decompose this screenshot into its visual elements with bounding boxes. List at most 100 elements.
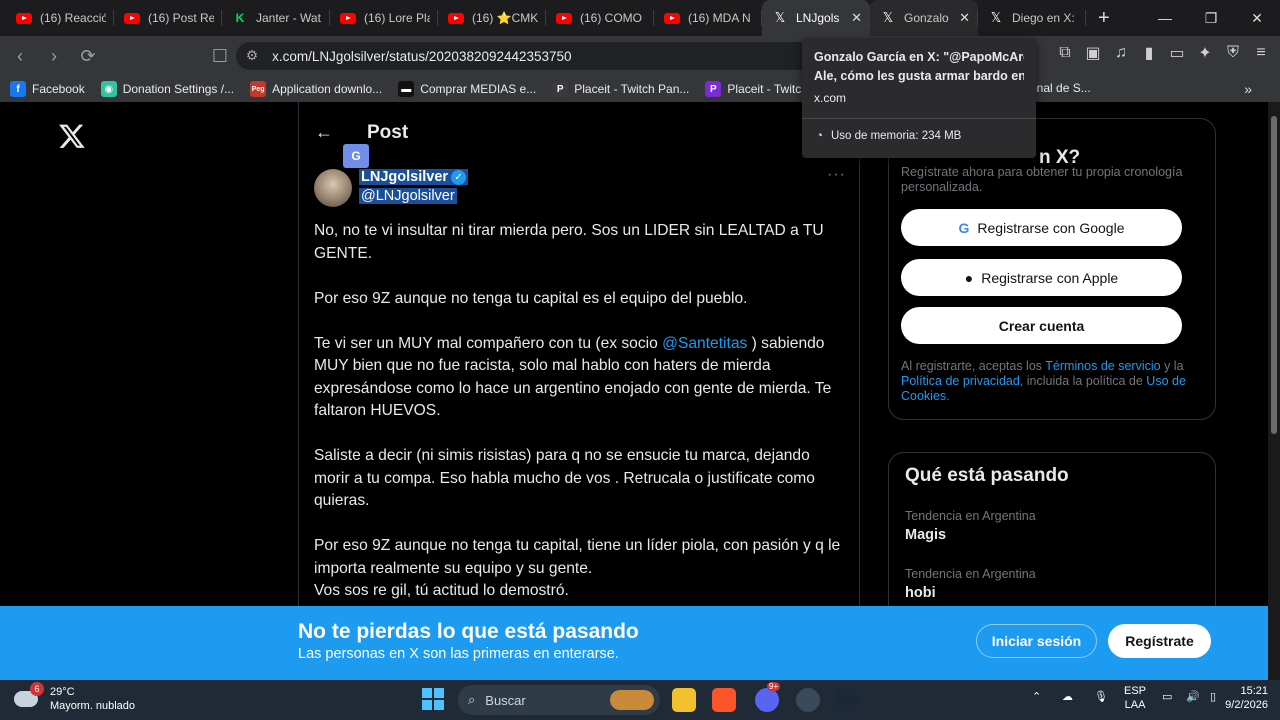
register-button[interactable]: Regístrate — [1108, 624, 1211, 658]
shield-icon[interactable]: ⛨ — [1224, 44, 1242, 62]
trends-heading: Qué está pasando — [905, 465, 1069, 486]
tab-title: Gonzalo — [904, 11, 949, 25]
browser-tab[interactable]: (16) ⭐CMK — [438, 0, 546, 36]
privacy-link[interactable]: Política de privacidad — [901, 374, 1020, 388]
maximize-icon[interactable]: ❐ — [1188, 0, 1234, 36]
post-column: ← Post G LNJgolsilver ✓ @LNJgolsilver ··… — [298, 102, 860, 606]
terms-link[interactable]: Términos de servicio — [1045, 359, 1160, 373]
trends-card: Qué está pasando Tendencia en Argentina … — [888, 452, 1216, 606]
post-paragraph: Por eso 9Z aunque no tenga tu capital es… — [314, 289, 748, 307]
tab-list: (16) Reacción (16) Post Re K Janter - Wat (1… — [6, 0, 1086, 36]
author-name[interactable]: LNJgolsilver ✓ — [359, 169, 469, 185]
bookmark-icon[interactable]: ☐ — [206, 42, 234, 70]
onedrive-icon[interactable]: ☁ — [1062, 690, 1073, 704]
tab-title: (16) MDA N — [688, 11, 751, 25]
trend-name[interactable]: Magis — [905, 527, 946, 543]
mention-link[interactable]: @Santetitas — [662, 335, 747, 352]
tab-title: (16) Post Re — [148, 11, 214, 25]
back-nav-icon[interactable]: ‹ — [6, 42, 34, 70]
page-scrollbar[interactable] — [1268, 102, 1280, 680]
taskbar: 6 29°C Mayorm. nublado ⌕ Buscar 9+ ⌃ ☁ 🎙… — [0, 680, 1280, 720]
music-icon[interactable]: ♫ — [1112, 44, 1130, 62]
browser-tab[interactable]: 𝕏 LNJgols ✕ — [762, 0, 870, 36]
discord-icon[interactable]: 9+ — [755, 682, 781, 712]
author-handle[interactable]: @LNJgolsilver — [359, 188, 457, 204]
google-signup-label: Registrarse con Google — [977, 219, 1125, 236]
bookmark-item[interactable]: ▬ Comprar MEDIAS e... — [398, 81, 536, 97]
google-signup-button[interactable]: G Registrarse con Google — [901, 209, 1182, 246]
browser-tab[interactable]: (16) Post Re — [114, 0, 222, 36]
bookmark-item[interactable]: P Placeit - Twitch Pan... — [552, 81, 689, 97]
browser-tab[interactable]: 𝕏 Gonzalo ✕ — [870, 0, 978, 36]
address-bar[interactable]: ⚙ x.com/LNJgolsilver/status/202038209244… — [236, 42, 816, 70]
scrollbar-thumb[interactable] — [1271, 116, 1277, 434]
extensions-icon[interactable]: ⧉ — [1056, 44, 1074, 62]
login-button[interactable]: Iniciar sesión — [976, 624, 1097, 658]
x-icon: 𝕏 — [882, 10, 894, 25]
site-info-icon[interactable]: ⚙ — [246, 48, 258, 64]
search-icon: ⌕ — [468, 692, 476, 707]
signup-description: Regístrate ahora para obtener tu propia … — [901, 165, 1183, 194]
language-indicator[interactable]: ESP LAA — [1124, 684, 1146, 712]
youtube-icon — [448, 10, 464, 26]
tab-title: Diego en X: — [1012, 11, 1075, 25]
bookmark-item[interactable]: ◉ Donation Settings /... — [100, 81, 234, 97]
app-icon[interactable] — [796, 688, 820, 712]
browser-tab[interactable]: (16) COMO L — [546, 0, 654, 36]
sidebar-icon[interactable]: ▮ — [1140, 44, 1158, 62]
page-title: Post — [367, 122, 409, 143]
tab-title: Janter - Wat — [256, 11, 321, 25]
trend-name[interactable]: hobi — [905, 585, 936, 601]
x-page: ← Post G LNJgolsilver ✓ @LNJgolsilver ··… — [0, 102, 1268, 606]
browser-tab[interactable]: (16) MDA N — [654, 0, 762, 36]
bookmark-item[interactable]: f Facebook — [10, 81, 85, 97]
back-arrow-icon[interactable]: ← — [315, 122, 333, 143]
browser-tab[interactable]: (16) Reacción — [6, 0, 114, 36]
bookmark-label: Comprar MEDIAS e... — [420, 82, 537, 96]
apple-signup-label: Registrarse con Apple — [981, 269, 1119, 286]
weather-temp: 29°C — [50, 686, 75, 698]
lang-code: ESP — [1124, 685, 1147, 697]
screenshot-icon[interactable]: ▣ — [1084, 44, 1102, 62]
forward-nav-icon[interactable]: › — [40, 42, 68, 70]
brave-browser-icon[interactable] — [712, 688, 736, 712]
browser-tab[interactable]: (16) Lore Pla — [330, 0, 438, 36]
bookmark-item[interactable]: Peg Application downlo... — [250, 81, 382, 97]
create-account-button[interactable]: Crear cuenta — [901, 307, 1182, 344]
taskbar-search[interactable]: ⌕ Buscar — [458, 685, 660, 715]
wallet-icon[interactable]: ▭ — [1168, 44, 1186, 62]
clock-date: 9/2/2026 — [1225, 699, 1268, 711]
reload-icon[interactable]: ⟳ — [74, 42, 102, 70]
more-options-icon[interactable]: ··· — [827, 166, 846, 184]
close-window-icon[interactable]: ✕ — [1234, 0, 1280, 36]
chevron-right-icon[interactable]: » — [1244, 81, 1252, 97]
clock[interactable]: 15:21 9/2/2026 — [1225, 684, 1268, 712]
windows-start-icon[interactable] — [422, 688, 444, 710]
apple-signup-button[interactable]: ● Registrarse con Apple — [901, 259, 1182, 296]
tab-strip: (16) Reacción (16) Post Re K Janter - Wat (1… — [0, 0, 1280, 36]
post-paragraph: Te vi ser un MUY mal compañero con tu (e… — [314, 333, 849, 423]
browser-tab[interactable]: 𝕏 Diego en X: — [978, 0, 1086, 36]
ai-icon[interactable]: ✦ — [1196, 44, 1214, 62]
legal-text: Al registrarte, aceptas los Términos de … — [901, 359, 1201, 404]
bookmarks-bar: f Facebook ◉ Donation Settings /... Peg Appli… — [0, 76, 1280, 102]
minimize-icon[interactable]: — — [1142, 0, 1188, 36]
bookmark-item[interactable]: onal de S... — [1030, 81, 1091, 95]
avatar[interactable] — [314, 169, 352, 207]
x-logo-icon[interactable] — [58, 122, 86, 150]
volume-icon[interactable]: 🔊 — [1186, 690, 1200, 704]
file-explorer-icon[interactable] — [672, 688, 696, 712]
create-account-label: Crear cuenta — [998, 317, 1085, 334]
menu-icon[interactable]: ≡ — [1252, 44, 1270, 62]
network-icon[interactable]: ▭ — [1162, 690, 1172, 704]
close-tab-icon[interactable]: ✕ — [851, 10, 862, 26]
youtube-icon — [340, 10, 356, 26]
browser-tab[interactable]: K Janter - Wat — [222, 0, 330, 36]
microphone-icon[interactable]: 🎙 — [1094, 690, 1108, 704]
close-tab-icon[interactable]: ✕ — [959, 10, 970, 26]
chevron-up-icon[interactable]: ⌃ — [1032, 690, 1041, 704]
steam-icon[interactable] — [834, 688, 858, 712]
new-tab-button[interactable]: + — [1098, 7, 1110, 30]
translate-icon[interactable]: G — [343, 144, 369, 168]
weather-widget[interactable]: 6 29°C Mayorm. nublado — [14, 682, 135, 714]
